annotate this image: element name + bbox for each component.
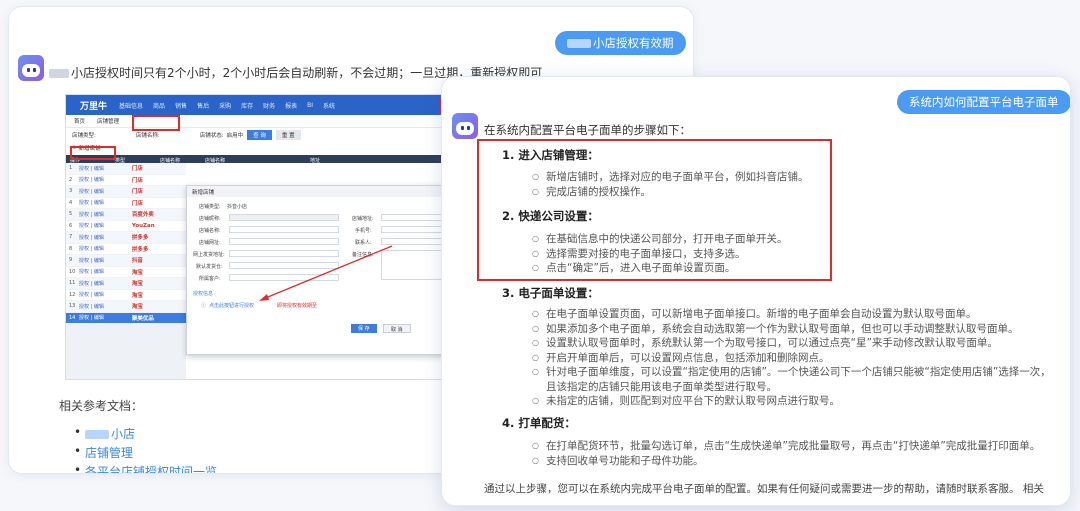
app-tabs: 首页 店铺管理 (66, 115, 454, 127)
nav-item: 售后 (197, 102, 210, 110)
step-items: 在电子面单设置页面，可以新增电子面单接口。新增的电子面单会自动设置为默认取号面单… (532, 307, 1051, 409)
nav-item: BI (307, 101, 314, 109)
list-item: 支持回收单号功能和子母件功能。 (532, 454, 1040, 469)
assistant-avatar (18, 55, 44, 81)
highlight-box (477, 139, 832, 281)
answer-intro: 在系统内配置平台电子面单的步骤如下： (484, 123, 691, 137)
add-row: ⊕ 新增店铺 (66, 141, 454, 155)
filter-bar: 店铺类型: 店铺名称: 店铺状态: 启用中 查 询 重 置 (66, 127, 454, 141)
arrow-annotation (259, 245, 393, 301)
ref-link[interactable]: 各平台店铺授权时间一览 (74, 463, 217, 473)
table-row-selected: 14 授权 | 编辑 聚美优品 (66, 312, 186, 324)
add-shop-dialog: 新增店铺 店铺类型: 抖音小店 店铺昵称: 店铺名称: 店铺网址: 网上发货地址… (186, 185, 454, 355)
nav-item: 报表 (285, 102, 298, 110)
table-row: 8 授权 | 编辑 拼多多 (66, 243, 186, 255)
table-rows: 1 授权 | 编辑 门店 2 授权 | 编辑 门店 3 授权 | 编辑 门店 4 授权 | 编… (66, 163, 186, 324)
redacted-text (85, 430, 109, 439)
table-row: 10 授权 | 编辑 淘宝 (66, 266, 186, 278)
table-row: 2 授权 | 编辑 门店 (66, 174, 186, 186)
list-item: 未指定的店铺，则匹配到对应平台下的默认取号网点进行取号。 (532, 394, 1051, 409)
nav-item: 系统 (323, 102, 336, 110)
highlight-box (70, 146, 116, 160)
table-row: 4 授权 | 编辑 门店 (66, 197, 186, 209)
table-row: 12 授权 | 编辑 淘宝 (66, 289, 186, 301)
app-screenshot: 万里牛 基础信息 商品 销售 售后 采购 库存 财务 报表 BI 系统 首页 店… (65, 94, 455, 380)
table-row: 5 授权 | 编辑 百度外卖 (66, 209, 186, 221)
step-title: 3. 电子面单设置： (502, 286, 599, 300)
answer-outro: 通过以上步骤，您可以在系统内完成平台电子面单的配置。如果有任何疑问或需要进一步的… (484, 483, 1044, 495)
table-row: 3 授权 | 编辑 门店 (66, 186, 186, 198)
nav-item: 基础信息 (119, 102, 144, 110)
list-item-continued: 且该指定的店铺只能用该电子面单类型进行取号。 (546, 380, 777, 393)
assistant-avatar (452, 113, 478, 139)
nav-item: 商品 (153, 102, 166, 110)
nav-item: 销售 (175, 102, 188, 110)
cancel-button: 取 消 (383, 324, 411, 333)
table-row: 1 授权 | 编辑 门店 (66, 163, 186, 175)
user-question-bubble: 小店授权有效期 (555, 31, 686, 55)
step-items: 在打单配货环节，批量勾选订单，点击“生成快递单”完成批量取号，再点击“打快递单”… (532, 439, 1040, 469)
table-row: 13 授权 | 编辑 淘宝 (66, 301, 186, 313)
reset-button: 重 置 (275, 129, 301, 140)
redacted-text (567, 39, 591, 48)
app-logo: 万里牛 (80, 101, 108, 112)
info-icon: ⓘ (201, 303, 207, 309)
step-title: 4. 打单配货： (502, 416, 576, 430)
save-button: 保 存 (351, 324, 377, 333)
table-row: 6 授权 | 编辑 YouZan (66, 220, 186, 232)
app-topbar: 万里牛 基础信息 商品 销售 售后 采购 库存 财务 报表 BI 系统 (66, 95, 454, 115)
list-item: 在打单配货环节，批量勾选订单，点击“生成快递单”完成批量取号，再点击“打快递单”… (532, 439, 1040, 454)
chat-card-front: 系统内如何配置平台电子面单 在系统内配置平台电子面单的步骤如下： 1. 进入店铺… (441, 76, 1071, 506)
ref-link[interactable]: 小店 (74, 425, 217, 442)
nav-item: 库存 (241, 102, 254, 110)
tab-home: 首页 (74, 119, 86, 125)
user-question-bubble: 系统内如何配置平台电子面单 (897, 90, 1070, 114)
refs-list: 小店 店铺管理 各平台店铺授权时间一览 (74, 425, 217, 473)
list-item: 针对电子面单维度，可以设置“指定使用的店铺”。一个快递公司下一个店铺只能被“指定… (532, 365, 1051, 380)
nav-item: 财务 (263, 102, 276, 110)
list-item: 设置默认取号面单时，系统默认第一个为取号接口，可以通过点亮“星”来手动修改默认取… (532, 336, 1051, 351)
list-item: 如果添加多个电子面单，系统会自动选取第一个作为默认取号面单，但也可以手动调整默认… (532, 322, 1051, 337)
ref-link[interactable]: 店铺管理 (74, 444, 217, 461)
nav-item: 采购 (219, 102, 232, 110)
table-row: 11 授权 | 编辑 淘宝 (66, 278, 186, 290)
highlight-box (132, 115, 180, 131)
table-row: 7 授权 | 编辑 拼多多 (66, 232, 186, 244)
list-item: 开启开单面单后，可以设置网点信息，包括添加和删除网点。 (532, 351, 1051, 366)
redacted-text (49, 69, 69, 78)
query-button: 查 询 (247, 129, 272, 140)
table-row: 9 授权 | 编辑 抖音 (66, 255, 186, 267)
refs-title: 相关参考文档： (59, 399, 144, 413)
tab-shop-management: 店铺管理 (97, 119, 120, 125)
list-item: 在电子面单设置页面，可以新增电子面单接口。新增的电子面单会自动设置为默认取号面单… (532, 307, 1051, 322)
dialog-title: 新增店铺 (187, 186, 454, 197)
